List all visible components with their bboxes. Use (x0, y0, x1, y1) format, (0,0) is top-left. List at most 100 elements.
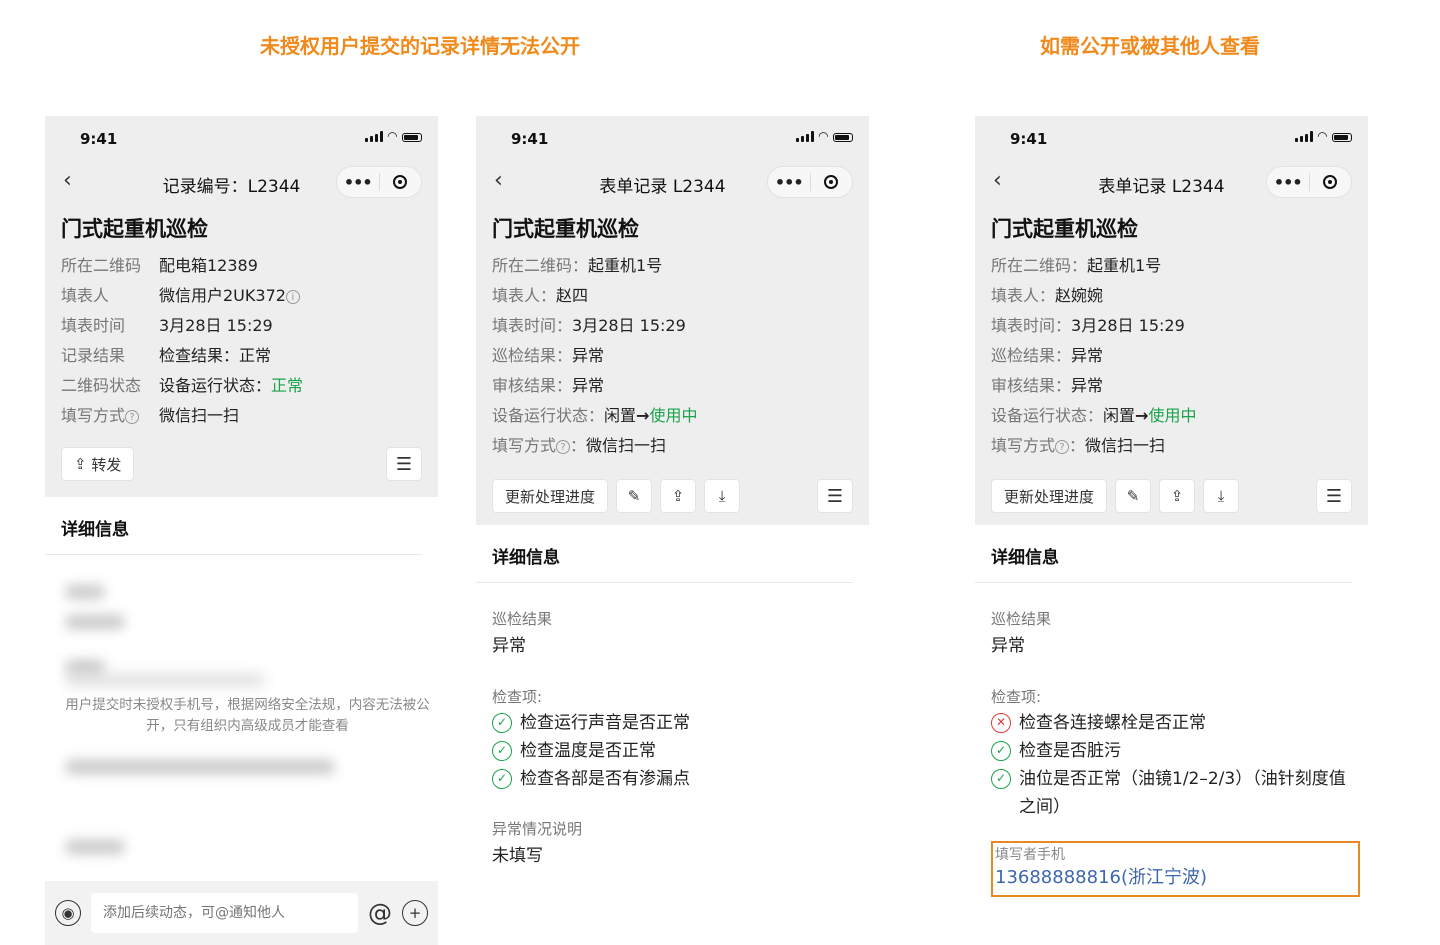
comment-input[interactable] (91, 893, 358, 933)
status-time: 9:41 (511, 130, 549, 148)
more-icon[interactable]: ••• (1267, 173, 1309, 192)
record-header-card: 9:41 ◠ ‹ 表单记录 L2344 ••• 门式起重机巡检 所在二维码：起重… (975, 116, 1368, 525)
record-header-card: 9:41 ◠ ‹ 记录编号：L2344 ••• 门式起重机巡检 所在二维码 配电箱… (45, 116, 438, 497)
field-submitter: 填表人 微信用户2UK372 i (45, 281, 438, 311)
submitter-phone-value[interactable]: 13688888816(浙江宁波) (995, 865, 1356, 891)
check-pass-icon: ✓ (991, 769, 1011, 789)
record-header-card: 9:41 ◠ ‹ 表单记录 L2344 ••• 门式起重机巡检 所在二维码：起重… (476, 116, 869, 525)
submitter-link[interactable]: 赵四 (556, 286, 588, 305)
mention-icon[interactable]: @ (368, 899, 392, 927)
update-progress-button[interactable]: 更新处理进度 (991, 479, 1108, 513)
arrow-right-icon: → (1135, 406, 1149, 425)
battery-icon (402, 133, 422, 142)
submitter-link[interactable]: 赵婉婉 (1055, 286, 1103, 305)
more-icon[interactable]: ••• (337, 173, 379, 192)
qrcode-link[interactable]: 起重机1号 (588, 256, 662, 275)
download-icon[interactable]: ⤓ (1203, 479, 1240, 513)
abnormal-note-value: 未填写 (492, 846, 543, 866)
share-icon[interactable]: ⇪ (1159, 479, 1196, 513)
wifi-icon: ◠ (1317, 129, 1327, 143)
status-time: 9:41 (1010, 130, 1048, 148)
status-bar: 9:41 ◠ (975, 116, 1368, 160)
field-qrcode: 所在二维码：起重机1号 (492, 256, 663, 275)
check-pass-icon: ✓ (492, 741, 512, 761)
signal-icon (1294, 131, 1313, 142)
field-time: 填表时间：3月28日 15:29 (492, 316, 686, 335)
voice-icon[interactable]: ◉ (55, 900, 81, 926)
field-qrcode-status: 二维码状态 设备运行状态：正常 (61, 376, 304, 395)
signal-icon (364, 131, 383, 142)
battery-icon (833, 133, 853, 142)
phone-screen-normal: 9:41 ◠ ‹ 表单记录 L2344 ••• 门式起重机巡检 所在二维码：起重… (476, 116, 869, 945)
nav-bar: ‹ 表单记录 L2344 ••• (975, 160, 1368, 204)
right-caption: 如需公开或被其他人查看 (1040, 34, 1260, 58)
more-icon[interactable]: ••• (768, 173, 810, 192)
field-qrcode: 所在二维码：起重机1号 (991, 256, 1162, 275)
check-item: ✓ 检查各部是否有渗漏点 (476, 765, 869, 793)
status-normal: 正常 (271, 376, 304, 395)
submitter-phone-box: 填写者手机 13688888816(浙江宁波) (991, 841, 1360, 897)
field-inspection-result: 巡检结果：异常 (991, 346, 1104, 365)
wifi-icon: ◠ (818, 129, 828, 143)
plus-icon[interactable]: + (402, 900, 428, 926)
check-item: ✓ 检查温度是否正常 (476, 737, 869, 765)
mini-program-capsule: ••• (767, 166, 853, 198)
nav-bar: ‹ 表单记录 L2344 ••• (476, 160, 869, 204)
qrcode-link[interactable]: 配电箱12389 (159, 256, 258, 275)
detail-heading: 详细信息 (45, 497, 422, 555)
field-time: 填表时间：3月28日 15:29 (991, 316, 1185, 335)
question-icon[interactable]: ? (125, 410, 140, 424)
update-progress-button[interactable]: 更新处理进度 (492, 479, 609, 513)
inspection-result-label: 巡检结果 (991, 610, 1052, 628)
inspection-result-value: 异常 (991, 636, 1025, 656)
question-icon[interactable]: ? (1055, 440, 1070, 454)
qrcode-link[interactable]: 起重机1号 (1087, 256, 1161, 275)
check-pass-icon: ✓ (492, 713, 512, 733)
edit-icon[interactable]: ✎ (616, 479, 653, 513)
forward-button[interactable]: ⇪ 转发 (61, 447, 135, 481)
abnormal-note-label: 异常情况说明 (492, 820, 583, 838)
phone-screen-authorized: 9:41 ◠ ‹ 表单记录 L2344 ••• 门式起重机巡检 所在二维码：起重… (975, 116, 1368, 945)
arrow-right-icon: → (636, 406, 650, 425)
nav-bar: ‹ 记录编号：L2344 ••• (45, 160, 438, 204)
close-target-icon[interactable] (380, 175, 422, 189)
submitter-phone-label: 填写者手机 (995, 847, 1065, 863)
menu-button[interactable]: ☰ (386, 447, 422, 481)
field-inspection-result: 巡检结果：异常 (492, 346, 605, 365)
field-result: 记录结果 检查结果：正常 (61, 346, 272, 365)
wifi-icon: ◠ (387, 129, 397, 143)
menu-button[interactable]: ☰ (1316, 479, 1352, 513)
form-title: 门式起重机巡检 (492, 217, 639, 241)
field-review-result: 审核结果：异常 (991, 376, 1104, 395)
check-items-label: 检查项: (991, 688, 1042, 706)
status-time: 9:41 (80, 130, 118, 148)
phone-screen-unauthorized: 9:41 ◠ ‹ 记录编号：L2344 ••• 门式起重机巡检 所在二维码 配电箱… (45, 116, 438, 945)
info-icon[interactable]: i (285, 290, 300, 304)
field-submitter: 填表人：赵婉婉 (991, 286, 1104, 305)
inspection-result-label: 巡检结果 (492, 610, 553, 628)
check-item: ✓ 检查是否脏污 (975, 737, 1368, 765)
blurred-content: 用户提交时未授权手机号，根据网络安全法规，内容无法被公开，只有组织内高级成员才能… (45, 555, 438, 855)
field-submitter: 填表人：赵四 (492, 286, 589, 305)
field-device-status: 设备运行状态：闲置→使用中 (991, 406, 1197, 425)
field-qrcode: 所在二维码 配电箱12389 (61, 256, 258, 275)
edit-icon[interactable]: ✎ (1115, 479, 1152, 513)
inspection-result-value: 异常 (492, 636, 526, 656)
check-item: ✕ 检查各连接螺栓是否正常 (975, 709, 1368, 737)
share-icon[interactable]: ⇪ (660, 479, 697, 513)
detail-heading: 详细信息 (476, 525, 853, 583)
status-bar: 9:41 ◠ (45, 116, 438, 160)
close-target-icon[interactable] (811, 175, 853, 189)
download-icon[interactable]: ⤓ (704, 479, 741, 513)
question-icon[interactable]: ? (556, 440, 571, 454)
close-target-icon[interactable] (1310, 175, 1352, 189)
field-review-result: 审核结果：异常 (492, 376, 605, 395)
check-item: ✓ 油位是否正常（油镜1/2–2/3）（油针刻度值之间） (975, 765, 1368, 821)
mini-program-capsule: ••• (1266, 166, 1352, 198)
menu-button[interactable]: ☰ (817, 479, 853, 513)
share-icon: ⇪ (74, 455, 87, 473)
check-pass-icon: ✓ (991, 741, 1011, 761)
field-device-status: 设备运行状态：闲置→使用中 (492, 406, 698, 425)
check-fail-icon: ✕ (991, 713, 1011, 733)
form-title: 门式起重机巡检 (991, 217, 1138, 241)
